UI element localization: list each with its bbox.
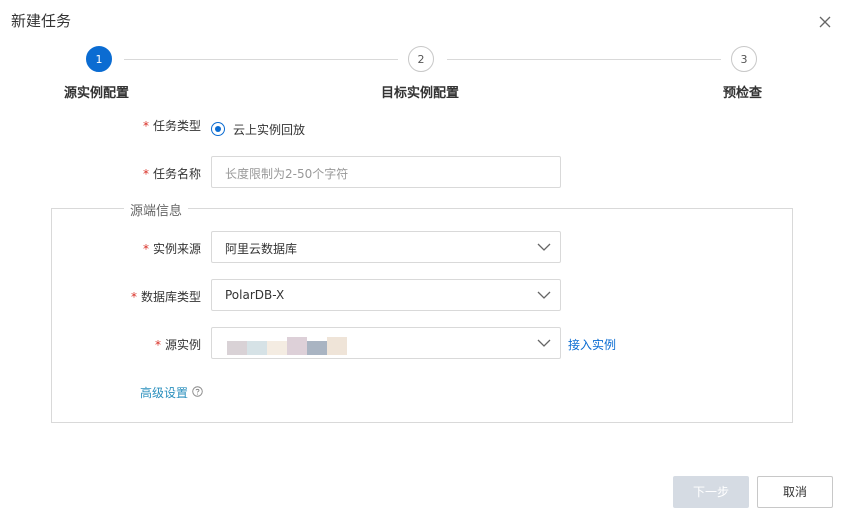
question-circle-icon[interactable] — [192, 386, 203, 397]
task-type-radio[interactable]: 云上实例回放 — [211, 121, 351, 137]
source-instance-select[interactable] — [211, 327, 561, 359]
step-1-label: 源实例配置 — [64, 86, 130, 101]
task-name-label: * 任务名称 — [143, 167, 202, 181]
cancel-button[interactable]: 取消 — [757, 476, 833, 508]
step-3-indicator: 3 — [731, 46, 757, 72]
instance-source-value: 阿里云数据库 — [225, 242, 298, 256]
chevron-down-icon — [537, 243, 551, 251]
step-1-indicator: 1 — [86, 46, 112, 72]
task-type-label: * 任务类型 — [143, 119, 202, 133]
instance-source-label: * 实例来源 — [143, 242, 202, 256]
db-type-select[interactable]: PolarDB-X — [211, 279, 561, 311]
step-2-label: 目标实例配置 — [381, 86, 460, 101]
chevron-down-icon — [537, 339, 551, 347]
radio-checked-icon — [211, 122, 225, 136]
required-mark: * — [143, 119, 149, 133]
instance-source-select[interactable]: 阿里云数据库 — [211, 231, 561, 263]
task-name-input[interactable]: 长度限制为2-50个字符 — [211, 156, 561, 188]
advanced-settings-toggle[interactable]: 高级设置 — [140, 384, 188, 400]
db-type-label: * 数据库类型 — [131, 290, 202, 304]
redacted-instance-value — [227, 337, 349, 355]
step-3-label: 预检查 — [723, 86, 763, 101]
connect-instance-link[interactable]: 接入实例 — [568, 336, 616, 353]
step-connector-2 — [447, 59, 721, 60]
task-type-option-label: 云上实例回放 — [233, 123, 306, 137]
source-instance-label: * 源实例 — [155, 338, 202, 352]
dialog-title: 新建任务 — [11, 12, 72, 30]
chevron-down-icon — [537, 291, 551, 299]
step-2-indicator: 2 — [408, 46, 434, 72]
task-name-placeholder: 长度限制为2-50个字符 — [225, 167, 349, 181]
close-icon[interactable] — [816, 13, 834, 31]
step-connector-1 — [124, 59, 398, 60]
advanced-settings-label: 高级设置 — [140, 386, 189, 400]
db-type-value: PolarDB-X — [225, 288, 285, 302]
next-step-button[interactable]: 下一步 — [673, 476, 749, 508]
source-info-legend: 源端信息 — [124, 200, 189, 219]
